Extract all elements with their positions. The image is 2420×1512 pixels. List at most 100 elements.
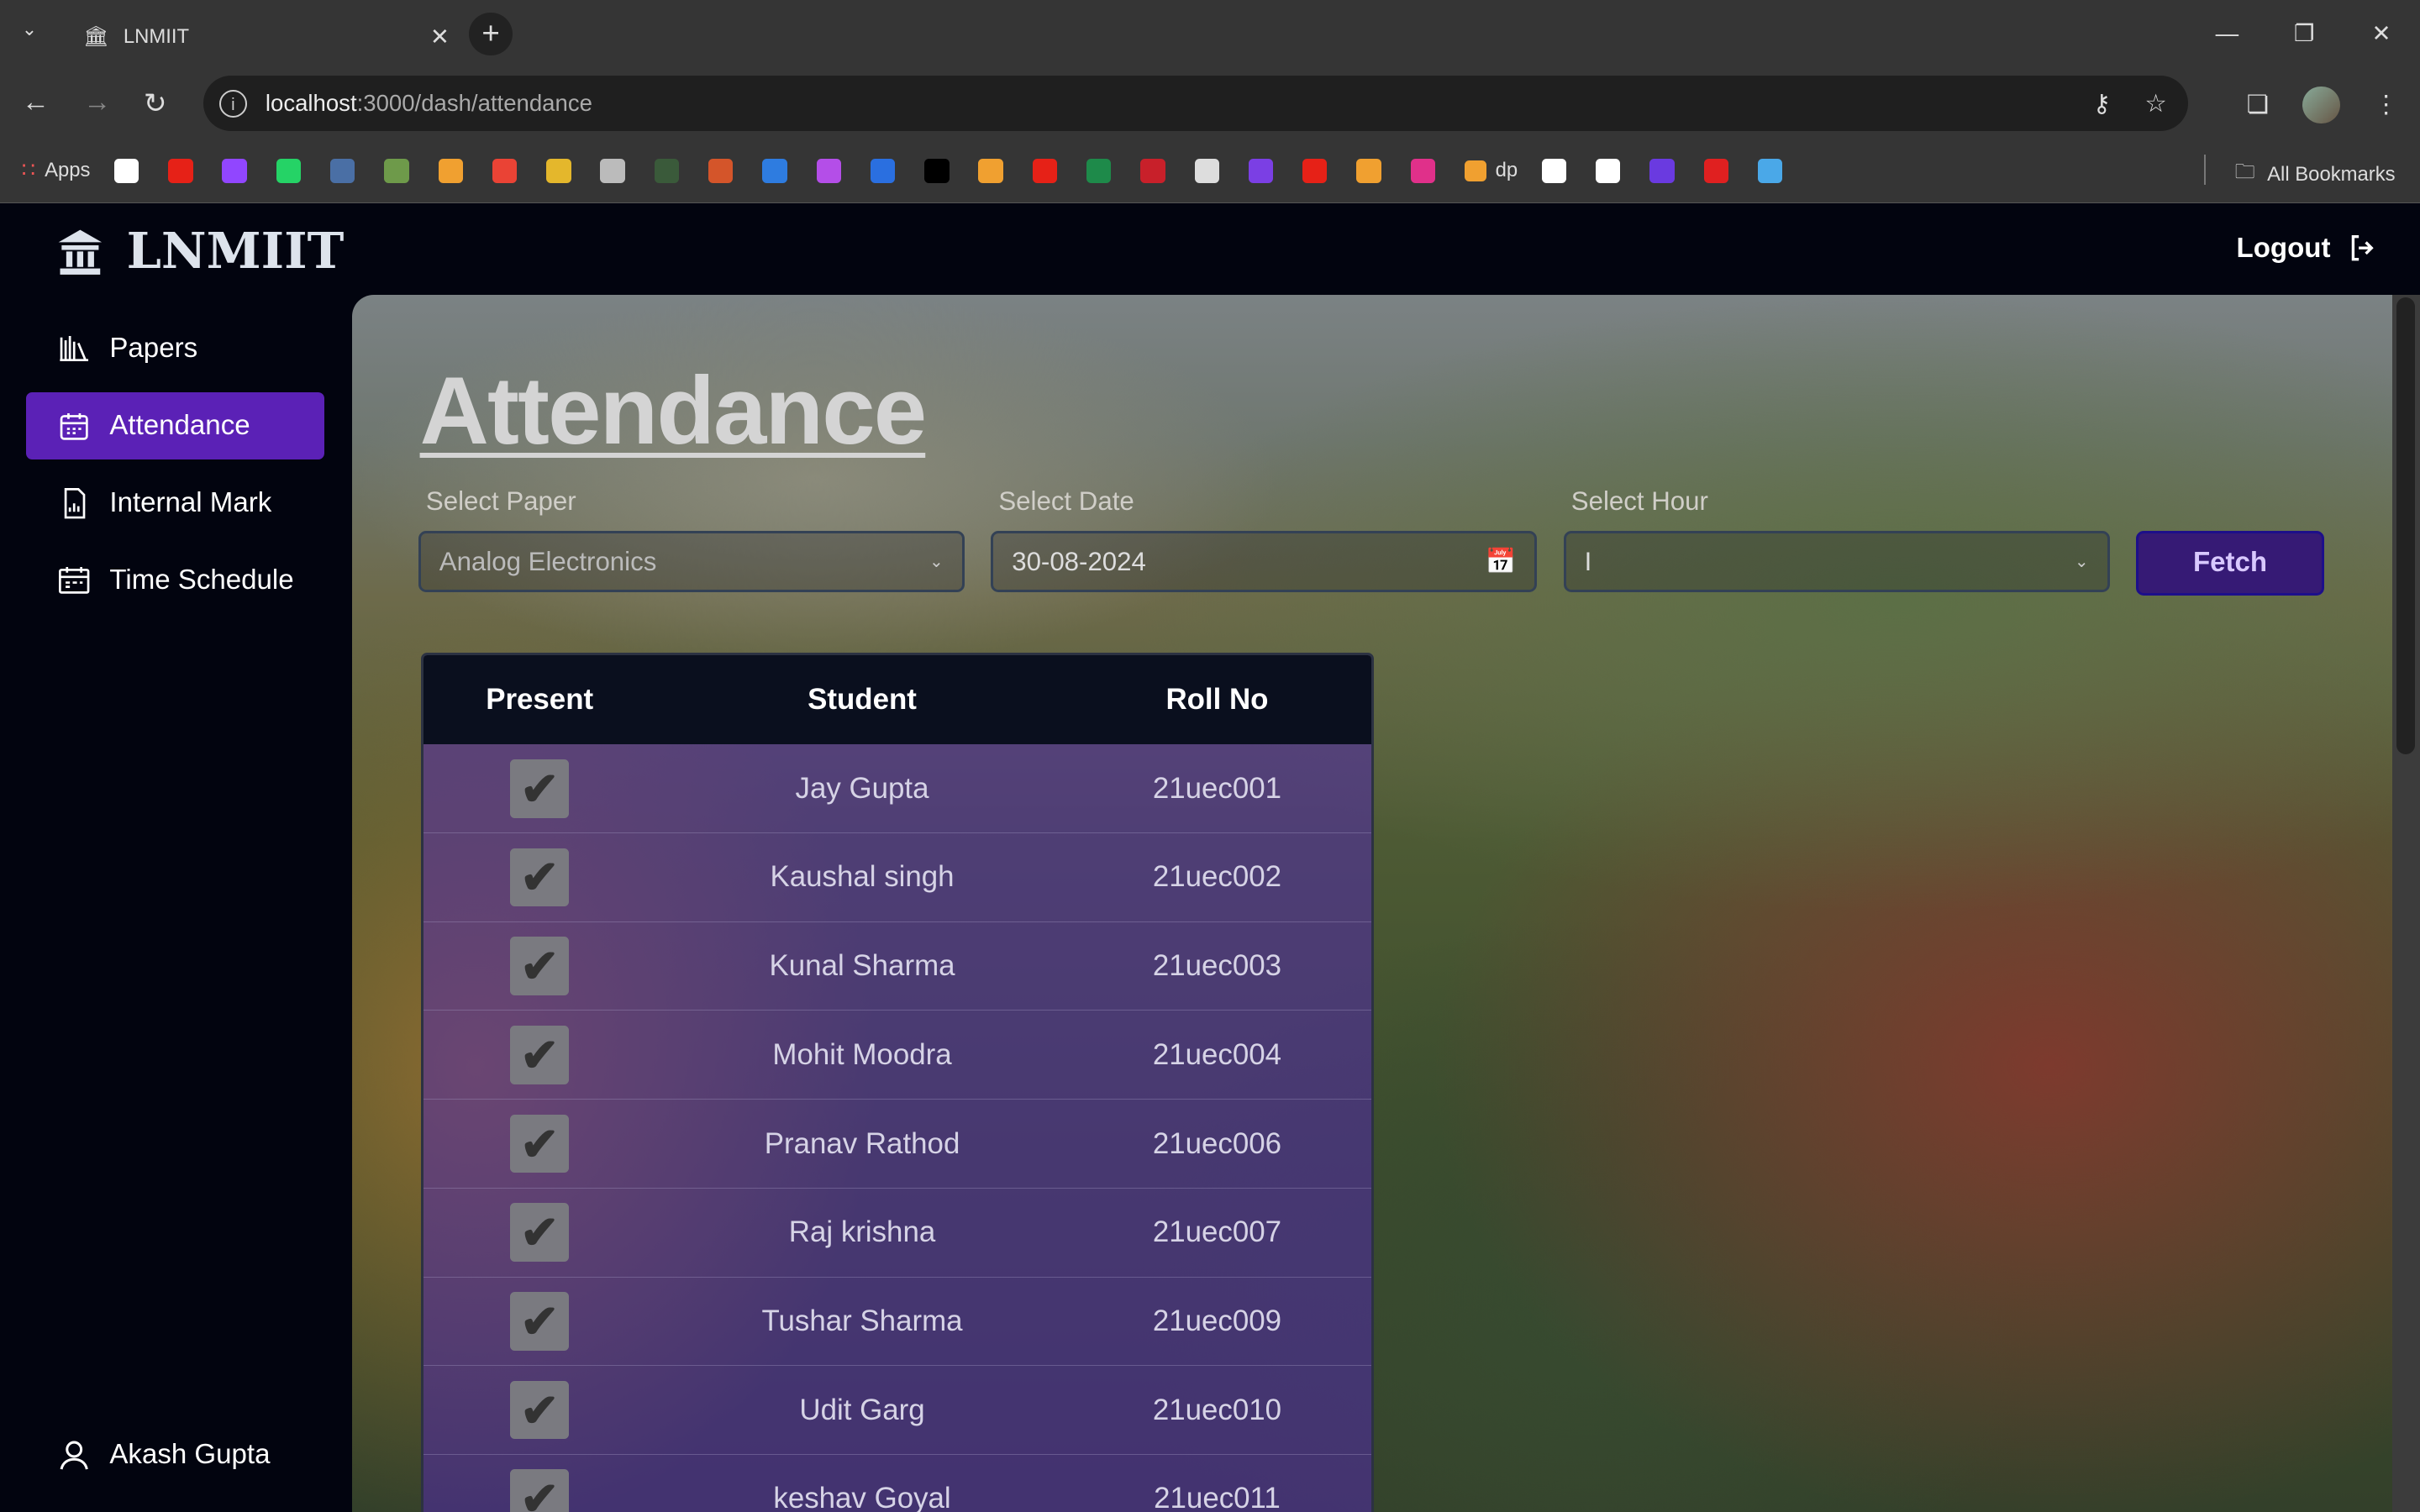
bookmark-icon: [870, 158, 896, 184]
bookmark-item[interactable]: [978, 158, 1032, 184]
bookmark-item[interactable]: [1194, 158, 1249, 184]
bookmark-item[interactable]: [870, 158, 924, 184]
bookmark-item[interactable]: [924, 158, 978, 184]
scrollbar[interactable]: [2391, 294, 2420, 1512]
bookmark-item[interactable]: [168, 158, 222, 184]
menu-kebab-icon[interactable]: ⋮: [2374, 90, 2398, 119]
roll-no: 21uec011: [1154, 1482, 1281, 1512]
bookmark-item[interactable]: [1410, 158, 1465, 184]
tab-title: LNMIIT: [123, 25, 190, 49]
table-row: ✔ Kaushal singh 21uec002: [424, 833, 1372, 922]
logo[interactable]: LNMIIT: [55, 222, 344, 280]
bookmark-dp[interactable]: dp: [1464, 159, 1542, 182]
url-host: localhost: [265, 90, 357, 117]
bookmark-item[interactable]: [113, 158, 168, 184]
bookmark-item[interactable]: [546, 158, 600, 184]
bookmark-item[interactable]: [762, 158, 816, 184]
calendar-icon: [60, 412, 88, 440]
date-input[interactable]: 30-08-2024 📅: [991, 530, 1538, 593]
fetch-button[interactable]: Fetch: [2136, 530, 2325, 596]
youtube-icon: [168, 158, 193, 184]
close-tab-icon[interactable]: ✕: [423, 24, 456, 50]
logout-button[interactable]: Logout: [2237, 231, 2381, 265]
sidebar-item-time-schedule[interactable]: Time Schedule: [26, 546, 324, 614]
bookmark-item[interactable]: [1356, 158, 1410, 184]
bookmark-item[interactable]: [1703, 158, 1758, 184]
minimize-icon[interactable]: —: [2189, 0, 2266, 68]
bookmark-item[interactable]: [1086, 158, 1140, 184]
bookmark-item[interactable]: [438, 158, 492, 184]
bookmark-item[interactable]: [1302, 158, 1356, 184]
bookmark-item[interactable]: [708, 158, 762, 184]
bookmark-item[interactable]: [1757, 158, 1812, 184]
sidebar-item-label: Time Schedule: [109, 564, 294, 596]
user-profile[interactable]: Akash Gupta: [57, 1438, 270, 1472]
bookmark-item[interactable]: [1032, 158, 1086, 184]
sidebar-item-papers[interactable]: Papers: [26, 315, 324, 383]
sidebar-item-attendance[interactable]: Attendance: [26, 391, 324, 460]
bookmark-star-icon[interactable]: ☆: [2144, 89, 2166, 118]
bookmark-item[interactable]: [330, 158, 384, 184]
google-icon: [113, 158, 139, 184]
browser-tab[interactable]: 🏛 LNMIIT ✕: [65, 6, 457, 68]
calendar-picker-icon[interactable]: 📅: [1486, 548, 1517, 576]
browser-tab-strip: ⌄ 🏛 LNMIIT ✕ + — ❐ ✕: [0, 0, 2420, 68]
present-checkbox[interactable]: ✔: [510, 937, 570, 996]
profile-avatar[interactable]: [2302, 86, 2340, 123]
present-checkbox[interactable]: ✔: [510, 848, 570, 907]
present-checkbox[interactable]: ✔: [510, 1114, 570, 1173]
all-bookmarks-button[interactable]: 🗀 All Bookmarks: [2203, 154, 2396, 192]
bookmark-apps[interactable]: ∷ Apps: [22, 158, 114, 183]
bookmark-item[interactable]: [600, 158, 654, 184]
close-window-icon[interactable]: ✕: [2343, 0, 2420, 68]
new-tab-button[interactable]: +: [469, 12, 513, 56]
table-row: ✔ Tushar Sharma 21uec009: [424, 1278, 1372, 1367]
bookmark-item[interactable]: [1248, 158, 1302, 184]
bookmark-item[interactable]: [1140, 158, 1194, 184]
extensions-icon[interactable]: ❏: [2247, 90, 2269, 119]
bookmark-item[interactable]: [492, 158, 546, 184]
bookmark-item[interactable]: [276, 158, 330, 184]
present-checkbox[interactable]: ✔: [510, 1469, 570, 1512]
bookmark-item[interactable]: [222, 158, 276, 184]
sidebar-item-internal-mark[interactable]: Internal Mark: [26, 469, 324, 537]
present-checkbox[interactable]: ✔: [510, 1025, 570, 1084]
bookmark-item[interactable]: [1596, 158, 1649, 184]
bookmark-icon: [1410, 158, 1436, 184]
hour-value: I: [1584, 546, 1592, 576]
select-date-label: Select Date: [998, 486, 1134, 516]
password-key-icon[interactable]: ⚷: [2093, 89, 2112, 118]
bookmark-item[interactable]: [384, 158, 438, 184]
bookmark-item[interactable]: [654, 158, 708, 184]
restore-icon[interactable]: ❐: [2265, 0, 2343, 68]
back-icon[interactable]: ←: [22, 87, 50, 118]
hour-select[interactable]: I ⌄: [1563, 530, 2110, 593]
present-checkbox[interactable]: ✔: [510, 1380, 570, 1440]
paper-select[interactable]: Analog Electronics ⌄: [418, 530, 965, 593]
bookmark-item[interactable]: [816, 158, 871, 184]
table-row: ✔ Kunal Sharma 21uec003: [424, 922, 1372, 1011]
present-checkbox[interactable]: ✔: [510, 1203, 570, 1263]
site-info-icon[interactable]: i: [218, 89, 247, 118]
present-checkbox[interactable]: ✔: [510, 1292, 570, 1351]
url-input[interactable]: i localhost:3000/dash/attendance ⚷ ☆: [203, 75, 2189, 132]
present-cell: ✔: [424, 1114, 655, 1173]
student-name: Raj krishna: [788, 1215, 936, 1249]
present-cell: ✔: [424, 759, 655, 818]
present-cell: ✔: [424, 1380, 655, 1440]
bookmark-icon: [1140, 158, 1165, 184]
present-cell: ✔: [424, 1203, 655, 1263]
present-checkbox[interactable]: ✔: [510, 759, 570, 818]
folder-icon: 🗀: [2234, 160, 2255, 184]
scrollbar-thumb[interactable]: [2396, 297, 2416, 755]
tab-search-chevron-icon[interactable]: ⌄: [22, 18, 37, 40]
bookmark-item[interactable]: [1649, 158, 1703, 184]
reload-icon[interactable]: ↻: [144, 87, 167, 120]
column-student: Student: [808, 683, 917, 717]
forward-icon[interactable]: →: [83, 87, 111, 118]
bookmark-item[interactable]: [1541, 158, 1596, 184]
gmail-icon: [492, 158, 518, 184]
bookmark-icon: [1649, 158, 1675, 184]
umbrella-icon: [816, 158, 841, 184]
column-present: Present: [486, 683, 594, 717]
